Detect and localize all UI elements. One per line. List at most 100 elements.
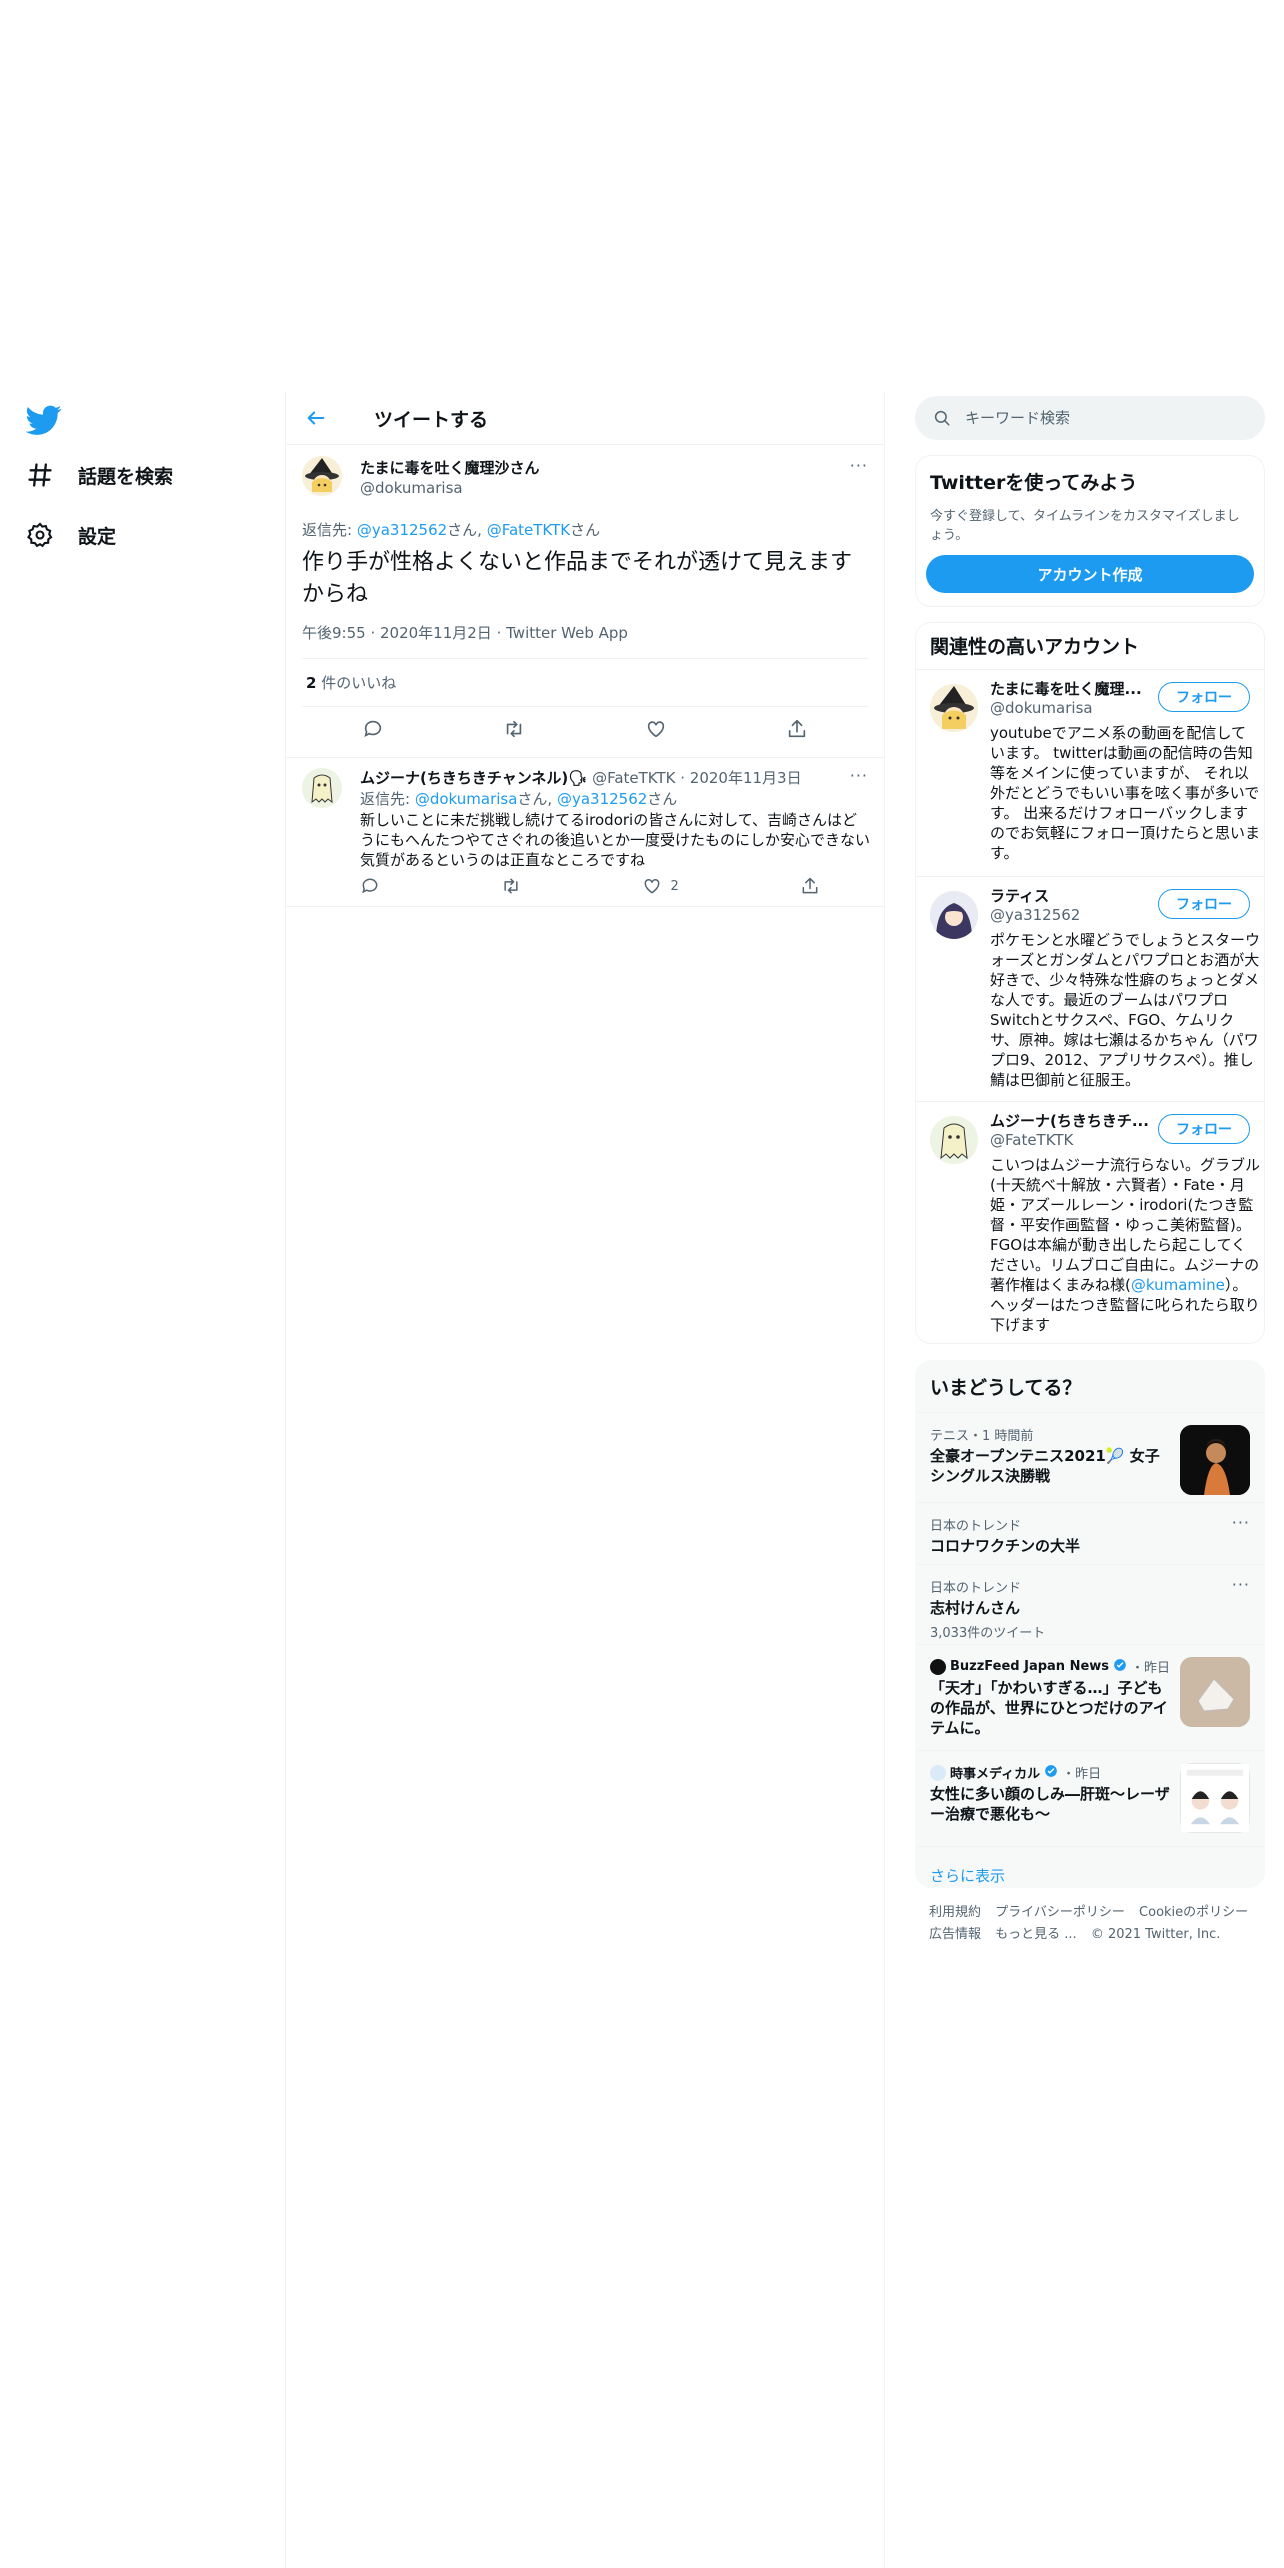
avatar[interactable] [302,768,342,808]
follow-button[interactable]: フォロー [1158,1114,1250,1144]
column-header: ツイートする [286,392,884,445]
author-name[interactable]: ムジーナ(ちきちきチャンネル)🗣 [360,769,587,787]
trends-title: いまどうしてる？ [930,1377,1082,1399]
reply-icon[interactable] [362,718,384,744]
author-handle[interactable]: @dokumarisa [360,479,463,497]
back-arrow-icon[interactable] [298,400,334,436]
create-account-button[interactable]: アカウント作成 [926,555,1254,593]
like-count: 2 [670,878,679,894]
follow-button[interactable]: フォロー [1158,682,1250,712]
mention-link[interactable]: @dokumarisa [415,790,518,808]
footer-link-privacy[interactable]: プライバシーポリシー [995,1905,1125,1920]
reply-to: 返信先: @ya312562さん, @FateTKTKさん [302,521,601,539]
show-more-link[interactable]: さらに表示 [916,1846,1264,1887]
reply-header: ムジーナ(ちきちきチャンネル)🗣 @FateTKTK · 2020年11月3日 [360,769,802,787]
trend-thumbnail [1180,1425,1250,1495]
mention-link[interactable]: @ya312562 [557,790,647,808]
account-item[interactable]: たまに毒を吐く魔理... @dokumarisa youtubeでアニメ系の動画… [916,669,1264,876]
nav-settings-label: 設定 [78,525,117,548]
share-icon[interactable] [800,876,820,896]
source-logo-icon [930,1764,946,1781]
avatar[interactable] [302,456,342,496]
reply-icon[interactable] [360,876,380,896]
footer: 利用規約 プライバシーポリシー Cookieのポリシー 広告情報 もっと見る .… [929,1902,1259,1946]
more-options-icon[interactable]: ··· [1232,1513,1250,1532]
more-options-icon[interactable]: ··· [1232,1575,1250,1594]
divider [286,906,884,907]
related-accounts-card: 関連性の高いアカウント たまに毒を吐く魔理... @dokumarisa you… [915,622,1265,1344]
nav-settings[interactable]: 設定 [26,521,116,549]
like-icon[interactable] [645,718,667,744]
signup-subtitle: 今すぐ登録して、タイムラインをカスタマイズしましょう。 [930,509,1240,543]
avatar[interactable] [930,1116,978,1164]
mention-link[interactable]: @ya312562 [357,521,447,539]
divider [286,757,884,758]
twitter-logo-icon[interactable] [25,402,62,438]
account-name: ムジーナ(ちきちきチ... [990,1112,1149,1130]
retweet-icon[interactable] [503,718,525,744]
page-title: ツイートする [374,408,489,431]
account-item[interactable]: ムジーナ(ちきちきチ... @FateTKTK こいつはムジーナ流行らない。グラ… [916,1101,1264,1343]
source-logo-icon [930,1658,946,1675]
verified-icon [1113,1658,1127,1676]
trend-item[interactable]: BuzzFeed Japan News ・昨日 「天才」「かわいすぎる…」子ども… [916,1644,1264,1750]
gear-icon [27,522,53,548]
share-icon[interactable] [786,718,808,744]
trend-topic: 全豪オープンテニス2021🎾 女子シングルス決勝戦 [930,1447,1160,1485]
search-icon [934,410,950,426]
trend-item[interactable]: テニス・1 時間前 全豪オープンテニス2021🎾 女子シングルス決勝戦 [916,1412,1264,1502]
tweet-count: 3,033件のツイート [930,1626,1046,1641]
trend-topic: 女性に多い顔のしみ―肝斑～レーザー治療で悪化も～ [930,1785,1170,1823]
search-box[interactable] [915,396,1265,440]
footer-link-ads[interactable]: 広告情報 [929,1927,981,1942]
like-icon [645,878,660,894]
account-bio: こいつはムジーナ流行らない。グラブル(十天統べ十解放・六賢者）・Fate・月姫・… [990,1156,1261,1334]
author-name[interactable]: たまに毒を吐く魔理沙さん [360,457,540,478]
trend-meta: 日本のトレンド [930,1519,1022,1534]
trend-topic: 志村けんさん [930,1599,1021,1617]
trend-meta: 日本のトレンド [930,1581,1022,1596]
copyright: © 2021 Twitter, Inc. [1090,1927,1221,1942]
reply-to: 返信先: @dokumarisaさん, @ya312562さん [360,790,678,808]
tweet-source: Twitter Web App [506,624,628,642]
tweet-actions [302,718,868,744]
tweet-text: 新しいことに未だ挑戦し続けてるirodoriの皆さんに対して、吉崎さんはどうにも… [360,811,871,869]
related-title: 関連性の高いアカウント [930,636,1140,658]
trends-card: いまどうしてる？ テニス・1 時間前 全豪オープンテニス2021🎾 女子シングル… [915,1360,1265,1888]
tweet-text: 作り手が性格よくないと作品までそれが透けて見えますからね [302,550,853,607]
trend-item[interactable]: 日本のトレンド コロナワクチンの大半 ··· [916,1502,1264,1564]
footer-link-terms[interactable]: 利用規約 [929,1905,981,1920]
divider [302,706,868,707]
tweet-date[interactable]: 2020年11月3日 [690,769,802,787]
trend-thumbnail [1180,1763,1250,1833]
trend-thumbnail [1180,1657,1250,1727]
more-options-icon[interactable]: ··· [850,456,868,475]
account-item[interactable]: ラティス @ya312562 ポケモンと水曜どうでしょうとスターウォーズとガンダ… [916,876,1264,1101]
footer-link-cookies[interactable]: Cookieのポリシー [1139,1905,1248,1920]
avatar[interactable] [930,891,978,939]
follow-button[interactable]: フォロー [1158,889,1250,919]
more-options-icon[interactable]: ··· [850,766,868,785]
tweet-actions: 2 [360,876,820,896]
divider [302,658,868,659]
tweet-timestamp[interactable]: 午後9:55 · 2020年11月2日 · Twitter Web App [302,622,628,643]
likes-count[interactable]: 2 件のいいね [306,672,396,693]
account-bio: youtubeでアニメ系の動画を配信しています。 twitterは動画の配信時の… [990,724,1261,862]
tweet-column: ツイートする たまに毒を吐く魔理沙さん @dokumarisa ··· 返信先:… [285,392,885,2568]
nav-explore-label: 話題を検索 [78,465,174,488]
search-input[interactable] [965,409,1245,427]
trend-topic: 「天才」「かわいすぎる…」子どもの作品が、世界にひとつだけのアイテムに。 [930,1679,1168,1737]
signup-card: Twitterを使ってみよう 今すぐ登録して、タイムラインをカスタマイズしましょ… [915,455,1265,607]
account-bio: ポケモンと水曜どうでしょうとスターウォーズとガンダムとパワプロとお酒が大好きで、… [990,931,1261,1089]
retweet-icon[interactable] [501,876,521,896]
trend-item[interactable]: 時事メディカル ・昨日 女性に多い顔のしみ―肝斑～レーザー治療で悪化も～ [916,1750,1264,1846]
author-handle[interactable]: @FateTKTK [592,769,675,787]
nav-explore[interactable]: 話題を検索 [26,461,173,489]
footer-link-more[interactable]: もっと見る ... [995,1927,1077,1942]
mention-link[interactable]: @kumamine [1131,1276,1225,1294]
mention-link[interactable]: @FateTKTK [487,521,570,539]
verified-icon [1044,1764,1058,1782]
trend-item[interactable]: 日本のトレンド 志村けんさん 3,033件のツイート ··· [916,1564,1264,1644]
like-button[interactable]: 2 [642,876,679,896]
avatar[interactable] [930,684,978,732]
